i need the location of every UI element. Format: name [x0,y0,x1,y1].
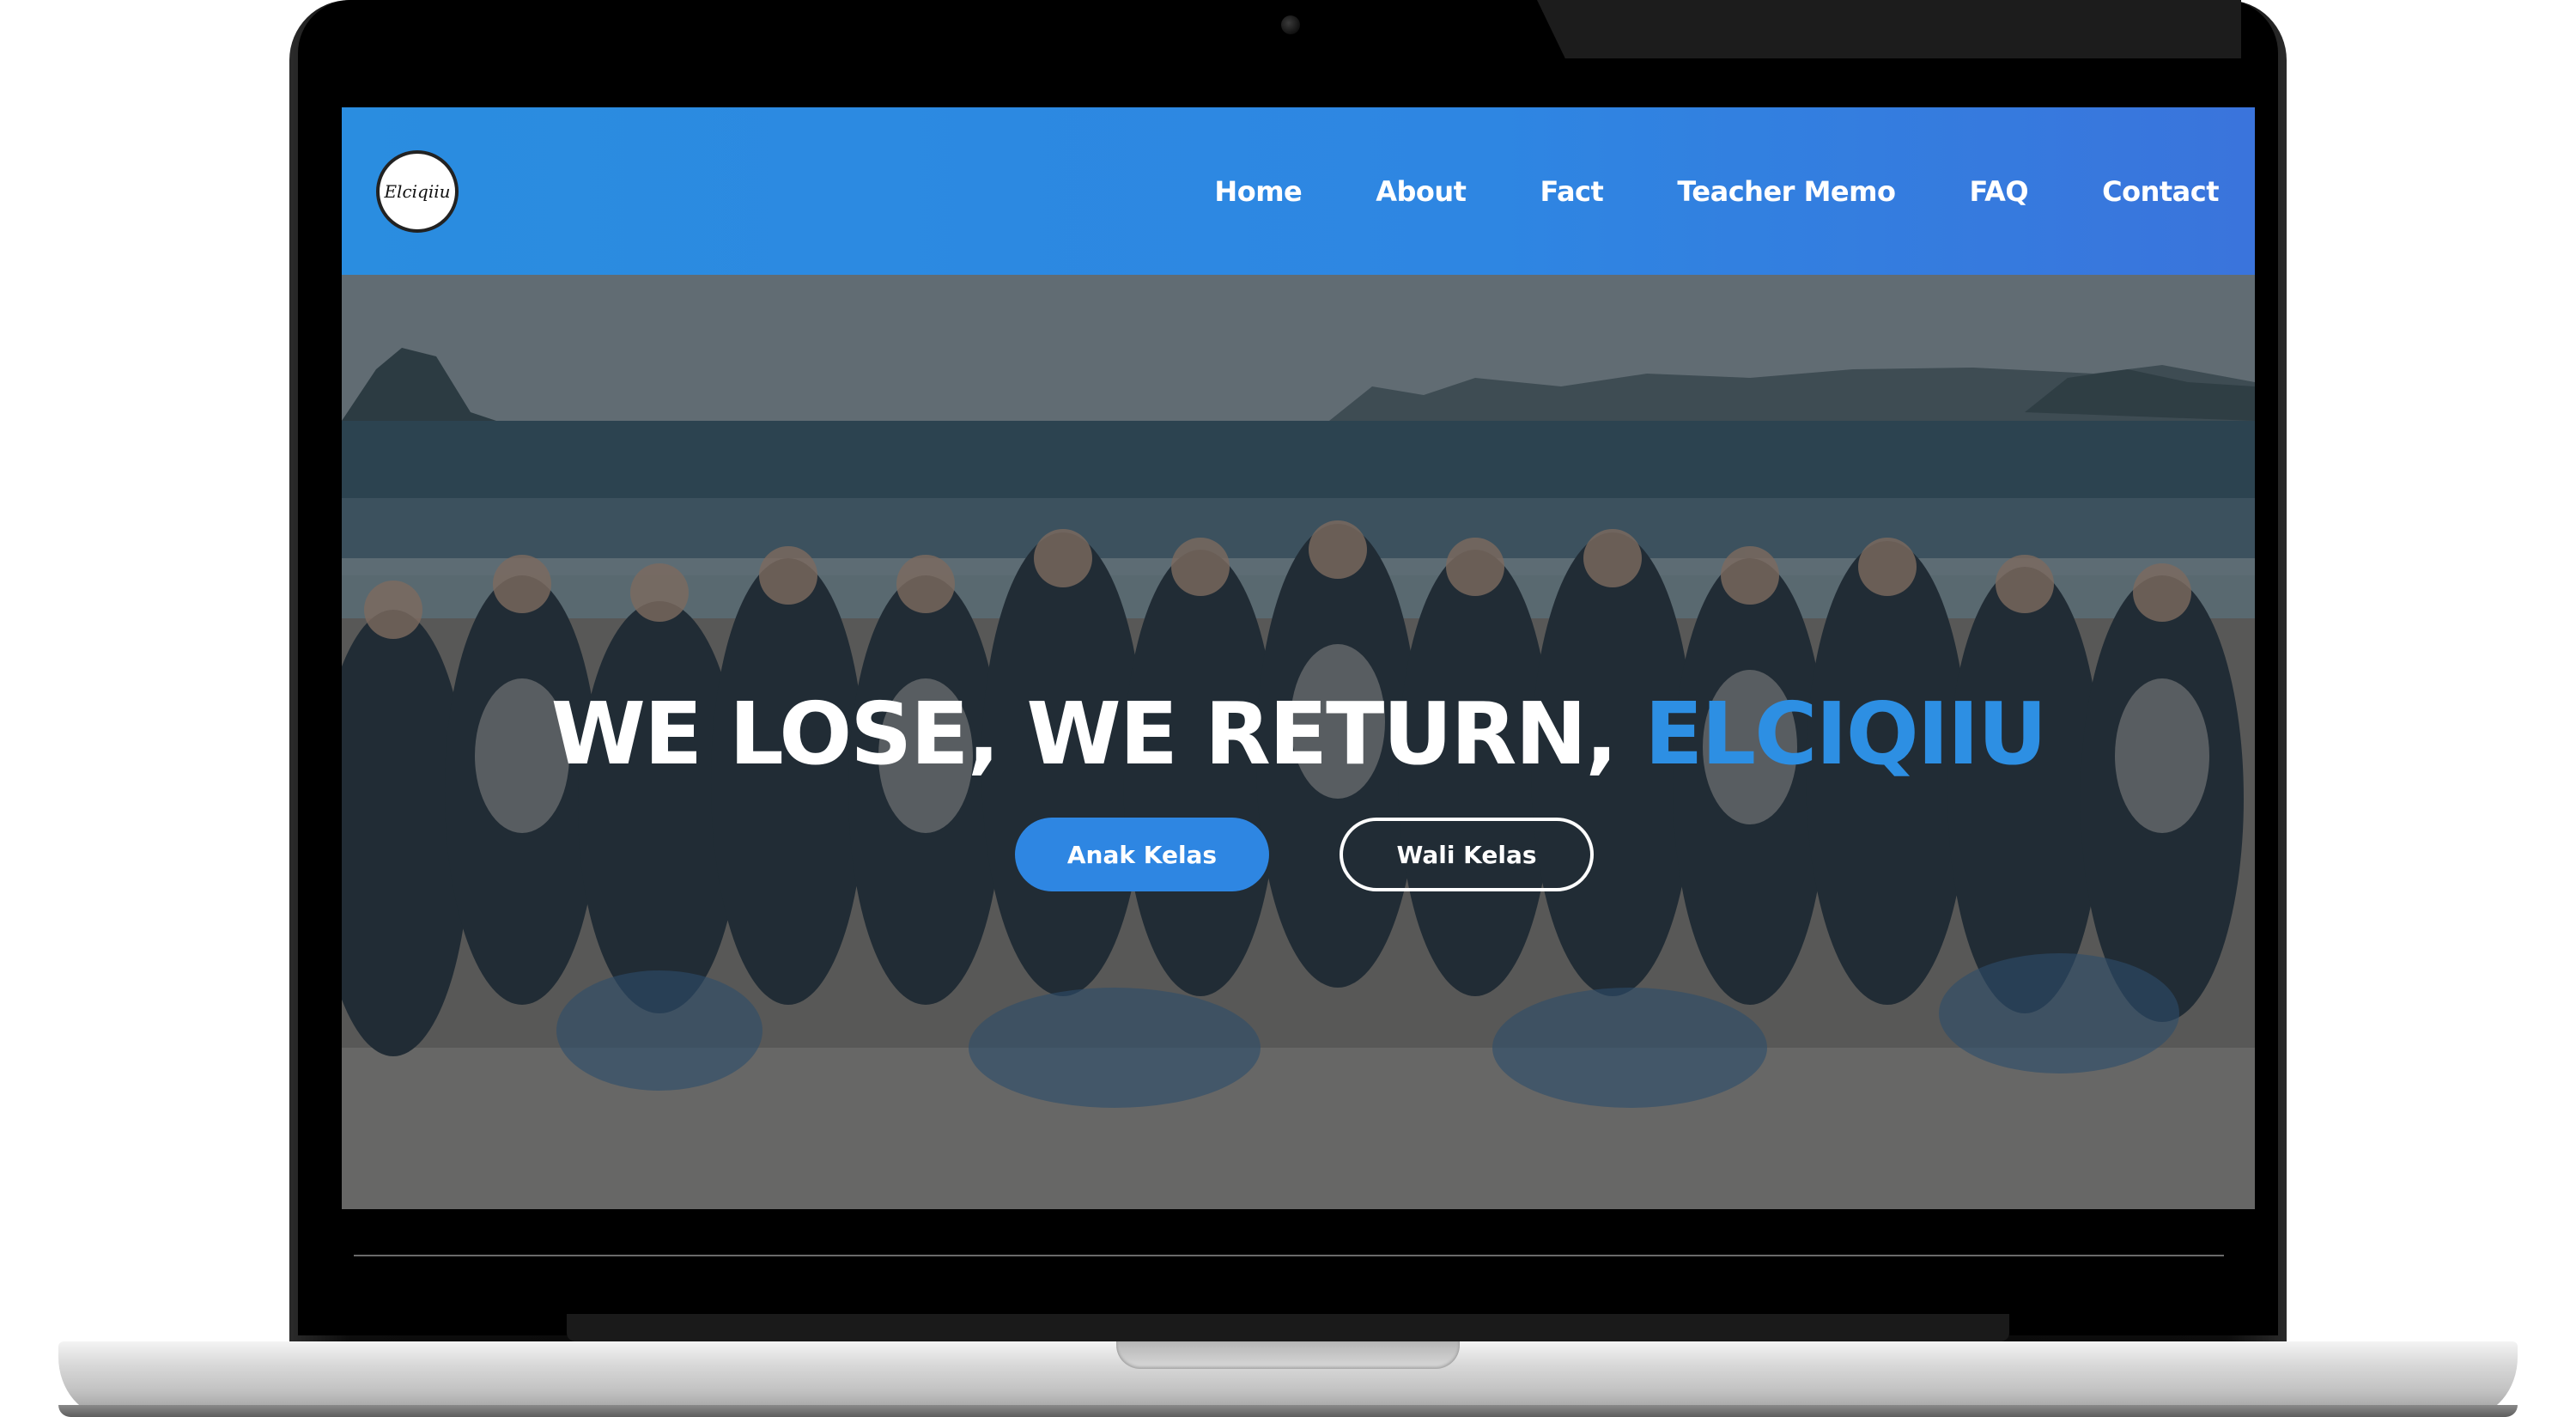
hero-button-group: Anak Kelas Wali Kelas [342,818,2255,891]
site-logo[interactable]: Elciqiiu [376,149,459,233]
nav-contact[interactable]: Contact [2102,175,2219,208]
hero-title-accent: ELCIQIIU [1644,684,2047,784]
top-navbar: Elciqiiu Home About Fact Teacher Memo FA… [342,107,2255,275]
browser-screen: Elciqiiu Home About Fact Teacher Memo FA… [342,107,2255,1209]
bezel-divider [354,1255,2224,1256]
hero-title: WE LOSE, WE RETURN, ELCIQIIU [342,691,2255,777]
lid-glare [1537,0,2241,58]
nav-faq[interactable]: FAQ [1969,175,2028,208]
logo-signature: Elciqiiu [384,180,451,202]
webcam-icon [1281,15,1300,34]
main-nav: Home About Fact Teacher Memo FAQ Contact [1214,175,2219,208]
hero-title-main: WE LOSE, WE RETURN, [550,684,1645,784]
lid-bottom-edge [567,1314,2009,1341]
wali-kelas-button[interactable]: Wali Kelas [1340,818,1594,891]
laptop-notch [1116,1341,1460,1369]
anak-kelas-button[interactable]: Anak Kelas [1015,818,1269,891]
nav-about[interactable]: About [1376,175,1467,208]
nav-teacher-memo[interactable]: Teacher Memo [1677,175,1896,208]
nav-home[interactable]: Home [1214,175,1302,208]
hero-section: WE LOSE, WE RETURN, ELCIQIIU Anak Kelas … [342,275,2255,1209]
nav-fact[interactable]: Fact [1540,175,1603,208]
